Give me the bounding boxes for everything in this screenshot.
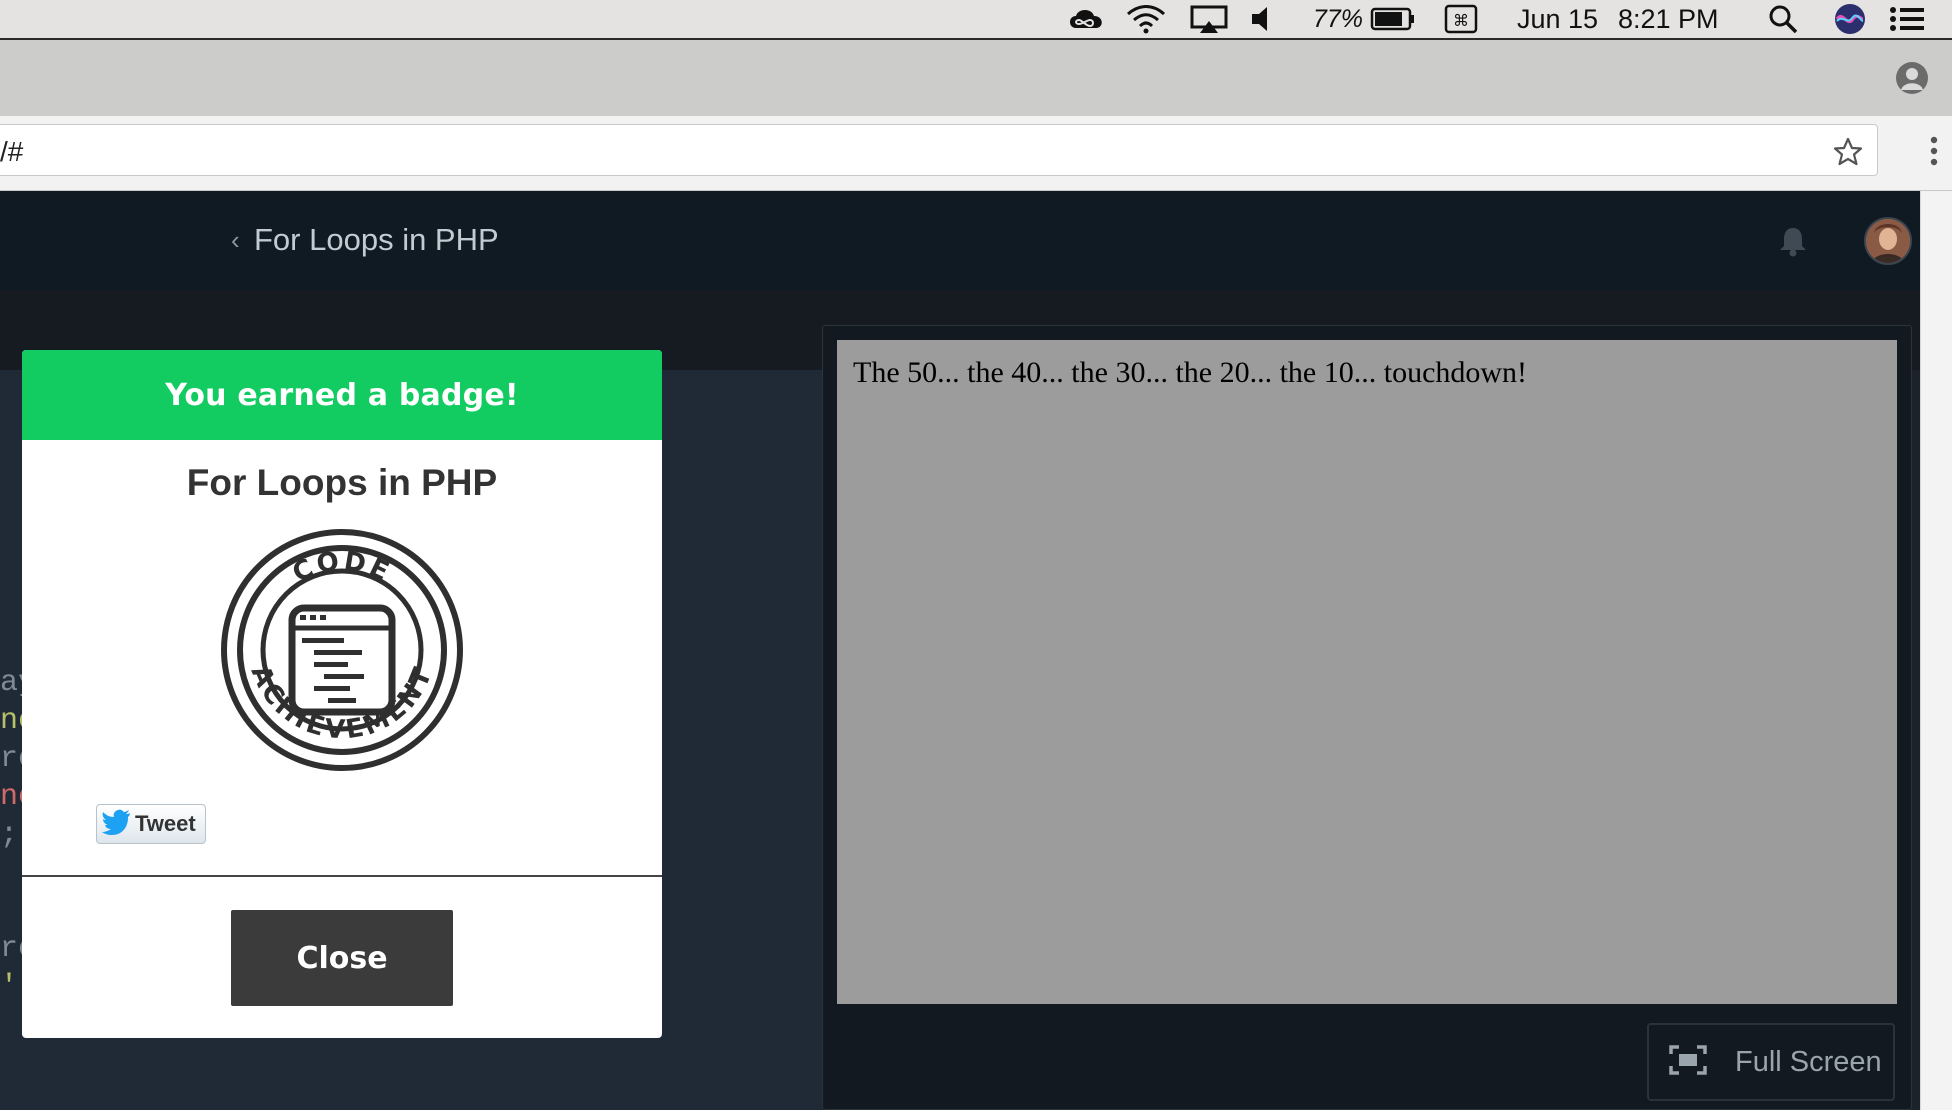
browser-menu-icon[interactable] (1930, 136, 1938, 173)
preview-panel: The 50... the 40... the 30... the 20... … (822, 325, 1912, 1110)
macos-menu-bar: 77% ⌘ Jun 15 8:21 PM (0, 0, 1952, 38)
svg-text:⌘: ⌘ (1453, 11, 1469, 30)
page-scrollbar[interactable] (1920, 191, 1952, 1110)
browser-toolbar: /# (0, 116, 1952, 191)
notification-center-icon[interactable] (1888, 0, 1926, 38)
address-bar-url[interactable]: /# (0, 136, 23, 168)
volume-icon[interactable] (1250, 0, 1274, 38)
siri-icon[interactable] (1833, 0, 1867, 38)
browser-profile-icon[interactable] (1896, 62, 1928, 94)
battery-percent: 77% (1313, 4, 1364, 33)
user-avatar[interactable] (1864, 217, 1912, 265)
back-chevron-icon[interactable]: ‹ (231, 225, 240, 256)
badge-title: For Loops in PHP (186, 462, 498, 503)
wifi-icon[interactable] (1125, 0, 1167, 38)
address-bar[interactable]: /# (0, 124, 1878, 176)
airplay-icon[interactable] (1190, 0, 1228, 38)
full-screen-label: Full Screen (1735, 1045, 1882, 1078)
menubar-time[interactable]: 8:21 PM (1618, 0, 1719, 38)
modal-header-text: You earned a badge! (165, 377, 519, 413)
badge-modal: You earned a badge! For Loops in PHP COD… (22, 350, 662, 1038)
keyboard-viewer-icon[interactable]: ⌘ (1444, 0, 1478, 38)
preview-output-text: The 50... the 40... the 30... the 20... … (853, 356, 1528, 389)
app-header: ‹ For Loops in PHP (0, 191, 1920, 290)
full-screen-button[interactable]: Full Screen (1647, 1023, 1895, 1101)
modal-divider (22, 875, 662, 877)
code-achievement-badge-icon: CODE ACHIEVEMENT (218, 526, 466, 779)
close-button[interactable]: Close (231, 910, 453, 1006)
notification-bell-icon[interactable] (1778, 225, 1808, 262)
spotlight-search-icon[interactable] (1768, 0, 1798, 38)
twitter-bird-icon (102, 809, 132, 840)
modal-header: You earned a badge! (22, 350, 662, 440)
battery-icon[interactable] (1370, 0, 1416, 38)
bookmark-star-icon[interactable] (1833, 137, 1863, 172)
tweet-button[interactable]: Tweet (96, 804, 206, 844)
page-title[interactable]: For Loops in PHP (254, 222, 499, 258)
tweet-label: Tweet (135, 811, 196, 836)
preview-frame[interactable]: The 50... the 40... the 30... the 20... … (837, 340, 1897, 1004)
fullscreen-icon (1669, 1044, 1707, 1080)
close-button-label: Close (296, 940, 388, 976)
creative-cloud-icon[interactable] (1066, 0, 1106, 38)
menubar-date: Jun 15 (1517, 3, 1599, 34)
browser-tab-strip (0, 38, 1952, 116)
